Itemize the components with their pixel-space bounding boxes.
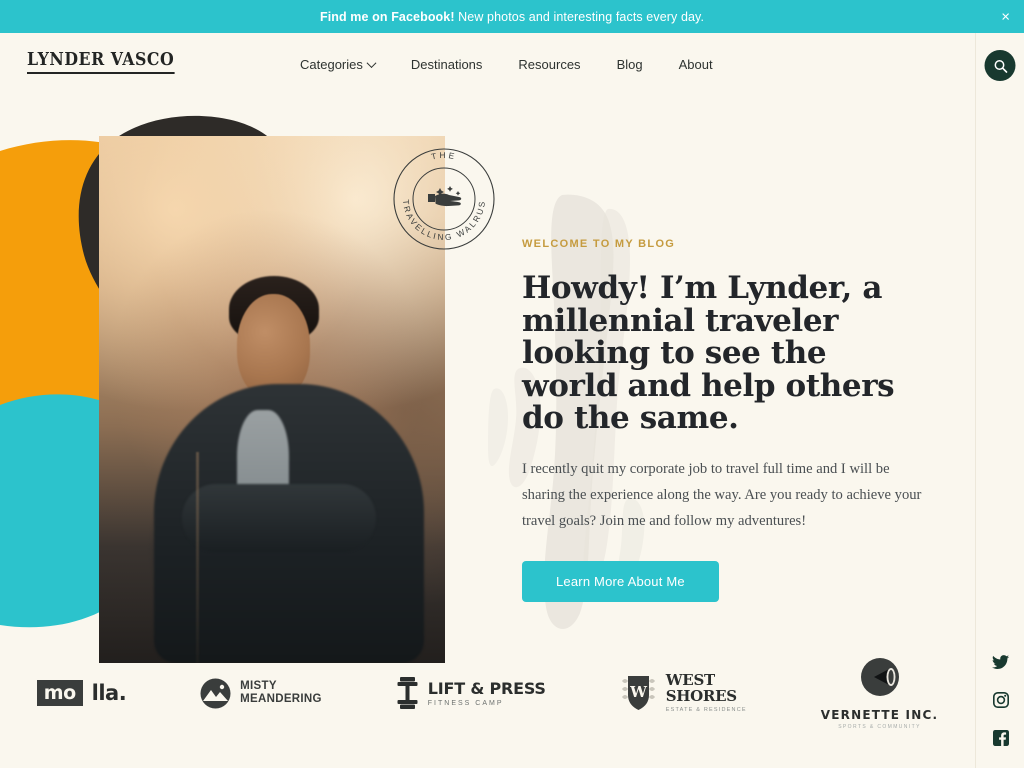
vernette-stack: VERNETTE INC. SPORTS & COMMUNITY (821, 657, 938, 730)
main-navigation: Categories Destinations Resources Blog A… (300, 33, 713, 95)
partner-logo-west-shores[interactable]: W WEST SHORES ESTATE & RESIDENCE (620, 672, 747, 713)
announcement-bar: Find me on Facebook! New photos and inte… (0, 0, 1024, 33)
molla-box-text: mo (36, 680, 83, 706)
announcement-message: Find me on Facebook! New photos and inte… (320, 10, 704, 24)
nav-item-about[interactable]: About (679, 57, 713, 72)
west-sub-text: ESTATE & RESIDENCE (665, 706, 747, 713)
photo-detail-arms (182, 483, 376, 553)
shield-w-icon: W (621, 676, 655, 710)
hero-eyebrow: WELCOME TO MY BLOG (522, 238, 676, 250)
nav-item-destinations[interactable]: Destinations (411, 57, 483, 72)
svg-text:THE: THE (430, 150, 457, 162)
misty-line-1: MISTY (240, 680, 277, 693)
west-shores-label: WEST SHORES ESTATE & RESIDENCE (665, 672, 747, 713)
nav-label-categories: Categories (300, 56, 363, 72)
badge-arc-top: THE (430, 150, 455, 162)
instagram-icon (992, 692, 1009, 708)
site-header: LYNDER VASCO Categories Destinations Res… (0, 33, 975, 95)
partner-logo-lift-and-press[interactable]: LIFT & PRESS FITNESS CAMP (396, 676, 546, 710)
partner-logo-strip: mo lla. MISTY MEANDERING LIFT & PRESS FI… (0, 657, 975, 730)
vernette-main-text: VERNETTE INC. (820, 707, 939, 722)
facebook-icon (992, 730, 1009, 746)
west-line-2: SHORES (665, 686, 737, 705)
page-title: Howdy! I’m Lynder, a millennial traveler… (522, 270, 895, 437)
misty-line-2: MEANDERING (240, 693, 322, 705)
social-links (976, 655, 1024, 746)
page-body: THE TRAVELLING WALRUS WELCOME TO MY BLOG… (0, 33, 1024, 768)
travelling-walrus-badge: THE TRAVELLING WALRUS (393, 148, 495, 250)
social-link-twitter[interactable] (991, 655, 1010, 670)
announcement-bold-text: Find me on Facebook! (319, 9, 455, 24)
right-rail (975, 33, 1024, 768)
site-logo[interactable]: LYNDER VASCO (27, 50, 175, 74)
partner-logo-molla[interactable]: mo lla. (36, 680, 127, 706)
social-link-instagram[interactable] (992, 692, 1009, 708)
twitter-icon (991, 655, 1010, 669)
social-link-facebook[interactable] (992, 730, 1009, 746)
molla-tail-text: lla. (91, 681, 127, 705)
close-icon[interactable]: × (1001, 9, 1010, 24)
lift-and-press-label: LIFT & PRESS FITNESS CAMP (428, 679, 546, 707)
mountain-circle-icon (200, 678, 231, 708)
lift-main-text: LIFT & PRESS (427, 679, 546, 698)
megaphone-circle-icon (860, 657, 899, 696)
dumbbell-icon (397, 677, 418, 709)
lift-sub-text: FITNESS CAMP (427, 700, 504, 707)
chevron-down-icon (366, 57, 377, 68)
photo-detail-foreground-stem (195, 452, 199, 663)
announcement-rest-text: New photos and interesting facts every d… (454, 9, 705, 24)
search-button[interactable] (984, 50, 1016, 81)
learn-more-button[interactable]: Learn More About Me (522, 560, 719, 602)
nav-item-blog[interactable]: Blog (617, 57, 643, 72)
search-icon (994, 59, 1007, 73)
svg-text:W: W (629, 683, 648, 701)
partner-logo-misty-meandering[interactable]: MISTY MEANDERING (200, 678, 322, 709)
pointing-hand-icon (428, 186, 462, 207)
partner-logo-vernette-inc[interactable]: VERNETTE INC. SPORTS & COMMUNITY (821, 657, 938, 730)
nav-item-categories[interactable]: Categories (300, 56, 377, 72)
hero-copy: WELCOME TO MY BLOG Howdy! I’m Lynder, a … (522, 238, 922, 602)
misty-meandering-label: MISTY MEANDERING (240, 680, 322, 706)
hero-paragraph: I recently quit my corporate job to trav… (522, 460, 922, 529)
nav-item-resources[interactable]: Resources (518, 57, 580, 72)
vernette-sub-text: SPORTS & COMMUNITY (838, 723, 921, 730)
